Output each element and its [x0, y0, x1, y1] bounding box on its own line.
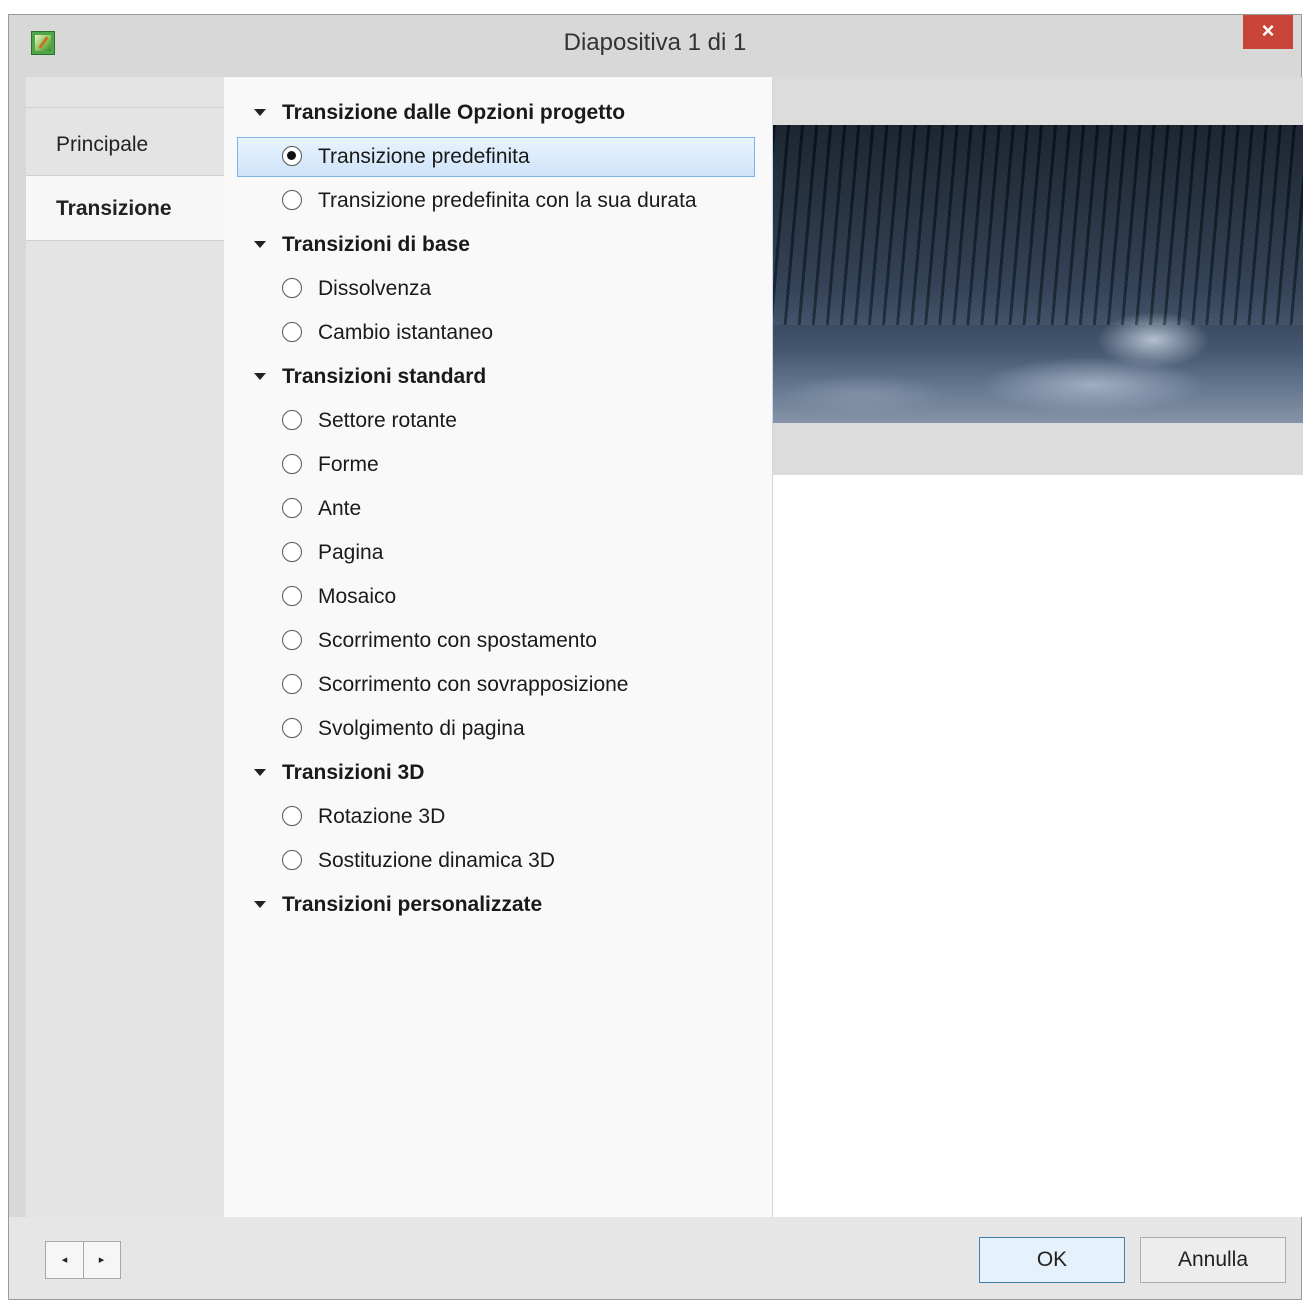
caret-down-icon[interactable] [254, 769, 266, 776]
transition-option[interactable]: Ante [224, 489, 772, 529]
transition-group-header[interactable]: Transizioni personalizzate [224, 885, 772, 925]
transition-option-label: Mosaico [318, 585, 397, 608]
next-slide-button[interactable]: ▸ [83, 1242, 120, 1278]
radio-button[interactable] [282, 278, 302, 298]
ok-button[interactable]: OK [979, 1237, 1125, 1283]
transition-option-label: Sostituzione dinamica 3D [318, 849, 555, 872]
slide-navigation: ◂ ▸ [45, 1241, 121, 1279]
dialog-window: Diapositiva 1 di 1 × Principale Transizi… [8, 14, 1303, 1300]
radio-button[interactable] [282, 454, 302, 474]
transition-option[interactable]: Sostituzione dinamica 3D [224, 841, 772, 881]
transition-option-label: Forme [318, 453, 379, 476]
radio-button[interactable] [282, 146, 302, 166]
transition-option[interactable]: Transizione predefinita con la sua durat… [224, 181, 772, 221]
radio-button[interactable] [282, 498, 302, 518]
transition-option-label: Transizione predefinita con la sua durat… [318, 189, 697, 212]
transition-option[interactable]: Forme [224, 445, 772, 485]
slide-preview-image [773, 125, 1303, 423]
transition-option[interactable]: Settore rotante [224, 401, 772, 441]
radio-button[interactable] [282, 630, 302, 650]
transition-option-label: Rotazione 3D [318, 805, 446, 828]
previous-slide-button[interactable]: ◂ [46, 1242, 84, 1278]
transition-option[interactable]: Cambio istantaneo [224, 313, 772, 353]
transition-option-label: Dissolvenza [318, 277, 432, 300]
transition-group-label: Transizioni standard [282, 365, 487, 388]
transition-group-label: Transizioni personalizzate [282, 893, 543, 916]
transition-option[interactable]: Scorrimento con spostamento [224, 621, 772, 661]
cancel-button[interactable]: Annulla [1140, 1237, 1286, 1283]
transition-group-header[interactable]: Transizione dalle Opzioni progetto [224, 93, 772, 133]
radio-button[interactable] [282, 586, 302, 606]
transition-list: Transizione dalle Opzioni progetto Transi… [224, 77, 772, 1217]
caret-down-icon[interactable] [254, 901, 266, 908]
radio-button[interactable] [282, 410, 302, 430]
radio-button[interactable] [282, 806, 302, 826]
radio-button[interactable] [282, 190, 302, 210]
transition-option-label: Transizione predefinita [318, 145, 530, 168]
dialog-footer: ◂ ▸ OK Annulla [9, 1217, 1301, 1299]
transition-group-label: Transizioni 3D [282, 761, 425, 784]
radio-button[interactable] [282, 322, 302, 342]
radio-button[interactable] [282, 542, 302, 562]
transition-option[interactable]: Mosaico [224, 577, 772, 617]
transition-option[interactable]: Pagina [224, 533, 772, 573]
title-bar[interactable]: Diapositiva 1 di 1 × [9, 15, 1301, 77]
transition-option[interactable]: Svolgimento di pagina [224, 709, 772, 749]
tab-sidebar: Principale Transizione [26, 77, 226, 1217]
sidebar-divider [26, 107, 224, 108]
caret-down-icon[interactable] [254, 241, 266, 248]
preview-bottom-band [773, 423, 1303, 475]
transition-option-label: Cambio istantaneo [318, 321, 494, 344]
transition-option[interactable]: Transizione predefinita [224, 137, 772, 177]
transition-group-label: Transizione dalle Opzioni progetto [282, 101, 626, 124]
caret-down-icon[interactable] [254, 373, 266, 380]
preview-area [773, 77, 1303, 1217]
transition-option-label: Scorrimento con sovrapposizione [318, 673, 629, 696]
preview-top-band [773, 77, 1303, 125]
radio-button[interactable] [282, 718, 302, 738]
transition-option[interactable]: Dissolvenza [224, 269, 772, 309]
transition-group-header[interactable]: Transizioni di base [224, 225, 772, 265]
radio-button[interactable] [282, 850, 302, 870]
transition-option[interactable]: Rotazione 3D [224, 797, 772, 837]
transition-option-label: Scorrimento con spostamento [318, 629, 597, 652]
transition-option-label: Pagina [318, 541, 384, 564]
window-title: Diapositiva 1 di 1 [563, 29, 747, 56]
tab-transizione[interactable]: Transizione [26, 175, 226, 241]
transition-group-header[interactable]: Transizioni 3D [224, 753, 772, 793]
transition-group-label: Transizioni di base [282, 233, 470, 256]
tab-principale[interactable]: Principale [26, 112, 224, 178]
caret-down-icon[interactable] [254, 109, 266, 116]
transition-option-label: Settore rotante [318, 409, 457, 432]
transition-group-header[interactable]: Transizioni standard [224, 357, 772, 397]
transition-option-label: Svolgimento di pagina [318, 717, 525, 740]
transition-option-label: Ante [318, 497, 362, 520]
radio-button[interactable] [282, 674, 302, 694]
close-button[interactable]: × [1243, 15, 1293, 49]
transition-option[interactable]: Scorrimento con sovrapposizione [224, 665, 772, 705]
